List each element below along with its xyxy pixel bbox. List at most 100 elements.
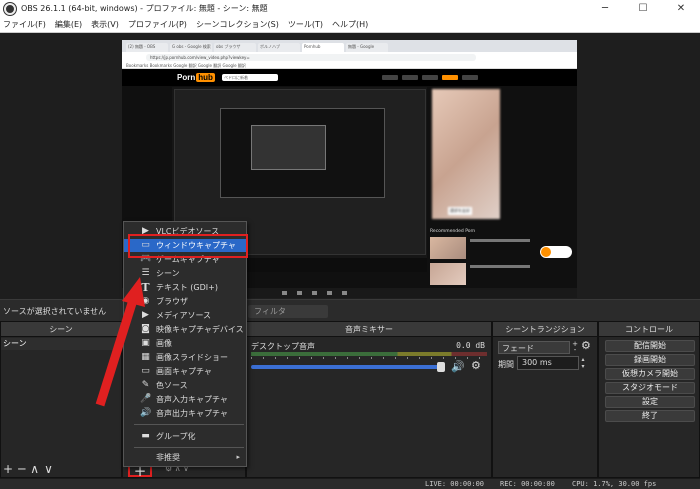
menu-scene-collection[interactable]: シーンコレクション(S) — [196, 19, 279, 30]
transition-add-remove[interactable]: + - — [571, 341, 579, 354]
start-recording-button[interactable]: 録画開始 — [605, 354, 695, 366]
globe-icon: ◉ — [141, 296, 150, 306]
mixer-channel-name: デスクトップ音声 — [251, 342, 315, 351]
site-nav — [382, 75, 492, 81]
controls-dock: コントロール 配信開始 録画開始 仮想カメラ開始 スタジオモード 設定 終了 — [598, 321, 700, 478]
studio-mode-button[interactable]: スタジオモード — [605, 382, 695, 394]
live-timer: LIVE: 00:00:00 — [425, 480, 485, 488]
spin-down-icon[interactable]: ▾ — [579, 363, 587, 370]
scenes-toolbar: + ─ ∧ ∨ — [1, 461, 121, 477]
speaker-icon[interactable]: 🔊 — [451, 360, 465, 373]
browser-url: https://jp.pornhub.com/view_video.php?vi… — [146, 53, 476, 61]
gear-icon[interactable]: ⚙ — [471, 359, 481, 372]
submenu-arrow-icon: ▸ — [236, 453, 240, 461]
menu-separator — [134, 424, 244, 425]
menu-edit[interactable]: 編集(E) — [55, 19, 82, 30]
duration-spinner[interactable]: ▴ ▾ — [579, 356, 587, 370]
scene-transitions-dock: シーントランジション フェード + - ⚙ 期間 300 ms ▴ ▾ — [492, 321, 598, 478]
menu-item-label: 映像キャプチャデバイス — [156, 325, 244, 334]
thumbnail-text — [470, 265, 530, 268]
duration-label: 期間 — [498, 360, 514, 369]
menu-item-deprecated[interactable]: 非推奨 ▸ — [124, 451, 246, 464]
browser-tab: ポルノハブ — [258, 43, 300, 52]
browser-bookmarks: Bookmarks Bookmarks Google 翻訳 Google 翻訳 … — [122, 62, 577, 69]
menu-item-label: シーン — [156, 269, 180, 278]
minimize-button[interactable]: ─ — [586, 0, 624, 17]
spin-up-icon[interactable]: ▴ — [579, 356, 587, 363]
thumbnail-text — [470, 239, 530, 242]
cpu-fps-status: CPU: 1.7%, 30.00 fps — [572, 480, 657, 488]
no-source-selected-label: ソースが選択されていません — [3, 307, 107, 316]
brush-icon: ✎ — [141, 380, 150, 390]
start-virtual-camera-button[interactable]: 仮想カメラ開始 — [605, 368, 695, 380]
title-bar: OBS 26.1.1 (64-bit, windows) - プロファイル: 無… — [0, 0, 700, 17]
audio-mixer-dock: 音声ミキサー デスクトップ音声 0.0 dB 🔊 ⚙ — [246, 321, 492, 478]
audio-mixer-title: 音声ミキサー — [247, 322, 491, 337]
volume-slider-handle[interactable] — [437, 362, 445, 372]
exit-button[interactable]: 終了 — [605, 410, 695, 422]
menu-help[interactable]: ヘルプ(H) — [332, 19, 368, 30]
controls-title: コントロール — [599, 322, 699, 337]
blurred-thumbnail: 請求を友好 — [432, 89, 500, 219]
thumbnail-caption: 請求を友好 — [448, 207, 472, 215]
ad-bubble — [540, 246, 572, 258]
start-streaming-button[interactable]: 配信開始 — [605, 340, 695, 352]
remove-scene-button[interactable]: ─ — [18, 461, 25, 477]
logo-text-hub: hub — [196, 73, 215, 82]
browser-address-bar: https://jp.pornhub.com/view_video.php?vi… — [122, 52, 577, 62]
scenes-dock: シーン シーン + ─ ∧ ∨ — [0, 321, 122, 478]
menu-item-display-capture[interactable]: ▭ 画面キャプチャ — [124, 365, 246, 378]
volume-meter-ticks — [251, 357, 487, 359]
scene-list-item[interactable]: シーン — [1, 338, 121, 350]
window-title: OBS 26.1.1 (64-bit, windows) - プロファイル: 無… — [21, 4, 268, 13]
maximize-button[interactable]: ☐ — [624, 0, 662, 17]
transition-select[interactable]: フェード — [498, 341, 570, 354]
nested-preview-2 — [220, 108, 385, 198]
menu-item-audio-input-capture[interactable]: 🎤 音声入力キャプチャ — [124, 393, 246, 406]
filters-button[interactable]: フィルタ — [248, 305, 328, 318]
annotation-highlight-box — [128, 234, 248, 258]
add-scene-button[interactable]: + — [3, 461, 13, 477]
menu-item-video-capture-device[interactable]: ◙ 映像キャプチャデバイス — [124, 323, 246, 336]
menu-item-label: 非推奨 — [156, 453, 180, 462]
menu-item-label: 画面キャプチャ — [156, 367, 212, 376]
settings-button[interactable]: 設定 — [605, 396, 695, 408]
move-scene-up-button[interactable]: ∧ — [30, 461, 39, 477]
mixer-channel: デスクトップ音声 0.0 dB 🔊 ⚙ — [251, 341, 487, 373]
menu-item-label: 音声出力キャプチャ — [156, 409, 228, 418]
move-scene-down-button[interactable]: ∨ — [44, 461, 53, 477]
menu-view[interactable]: 表示(V) — [91, 19, 119, 30]
volume-slider[interactable] — [251, 365, 441, 369]
menu-item-image[interactable]: ▣ 画像 — [124, 337, 246, 350]
icon-placeholder — [297, 291, 302, 295]
mixer-db-value: 0.0 dB — [456, 341, 485, 350]
icon-placeholder — [342, 291, 347, 295]
speaker-icon: 🔊 — [140, 408, 152, 418]
browser-tab: G obs - Google 検索 — [170, 43, 212, 52]
text-icon: T — [141, 281, 150, 294]
menu-profile[interactable]: プロファイル(P) — [128, 19, 187, 30]
menu-item-browser[interactable]: ◉ ブラウザ — [124, 295, 246, 308]
menu-item-group[interactable]: ▬ グループ化 — [124, 430, 246, 443]
menu-item-audio-output-capture[interactable]: 🔊 音声出力キャプチャ — [124, 407, 246, 420]
microphone-icon: 🎤 — [140, 394, 152, 404]
menu-separator — [134, 447, 244, 448]
menu-item-label: ブラウザ — [156, 297, 188, 306]
icon-placeholder — [327, 291, 332, 295]
blurred-thumbnail — [430, 237, 466, 259]
menu-item-color-source[interactable]: ✎ 色ソース — [124, 379, 246, 392]
menu-item-label: 色ソース — [156, 381, 188, 390]
source-status-row: ソースが選択されていません フィルタ — [0, 299, 700, 321]
menu-item-label: グループ化 — [156, 432, 196, 441]
menu-file[interactable]: ファイル(F) — [3, 19, 46, 30]
icon-placeholder — [312, 291, 317, 295]
gear-icon[interactable]: ⚙ — [581, 339, 591, 352]
menu-item-media-source[interactable]: ▶ メディアソース — [124, 309, 246, 322]
browser-tabstrip: (2) 無題 - OBS G obs - Google 検索 obs ブラウザ … — [122, 40, 577, 52]
menu-item-image-slideshow[interactable]: ▦ 画像スライドショー — [124, 351, 246, 364]
close-button[interactable]: ✕ — [662, 0, 700, 17]
menu-item-text-gdi[interactable]: T テキスト (GDI+) — [124, 281, 246, 294]
menu-item-scene[interactable]: ☰ シーン — [124, 267, 246, 280]
menu-tools[interactable]: ツール(T) — [288, 19, 323, 30]
duration-input[interactable]: 300 ms — [517, 356, 579, 370]
